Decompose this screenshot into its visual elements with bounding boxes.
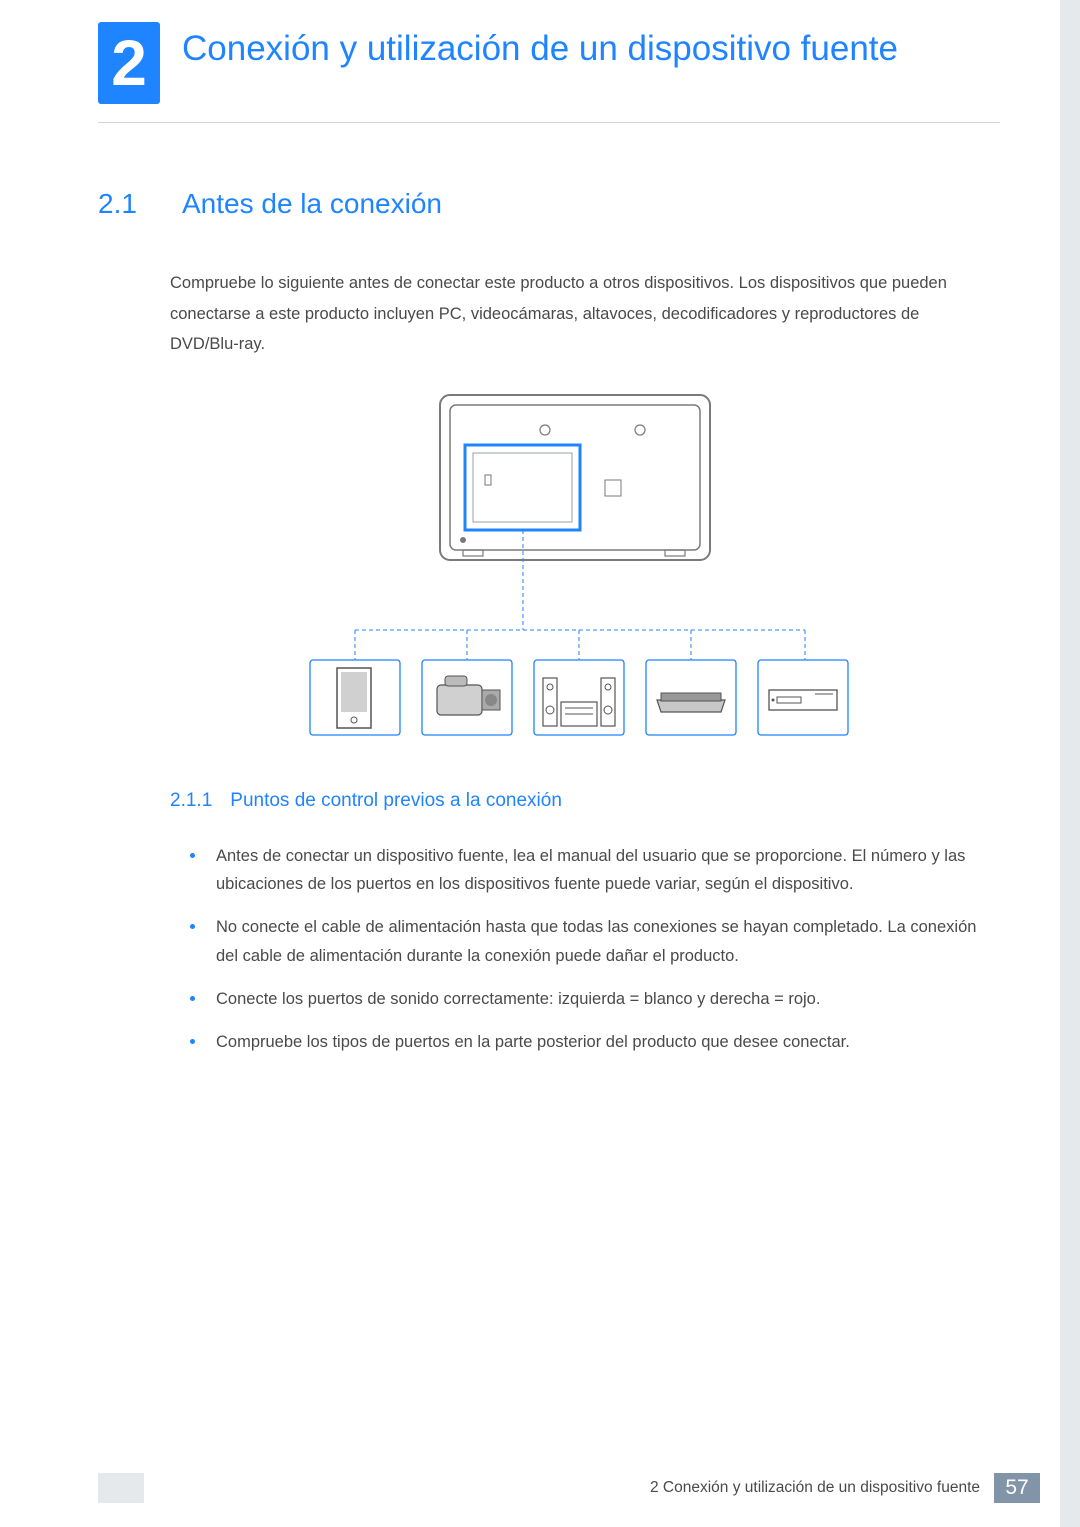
footer-chapter-title: 2 Conexión y utilización de un dispositi… — [650, 1479, 980, 1497]
chapter-title: Conexión y utilización de un dispositivo… — [182, 22, 898, 70]
page-margin-footer-left — [98, 1473, 144, 1503]
list-item: Antes de conectar un dispositivo fuente,… — [190, 842, 980, 900]
device-pc-tower — [310, 660, 400, 735]
section-title: Antes de la conexión — [182, 188, 442, 220]
device-set-top-box — [646, 660, 736, 735]
connection-diagram — [170, 390, 980, 740]
list-item: Compruebe los tipos de puertos en la par… — [190, 1028, 980, 1057]
list-item: Conecte los puertos de sonido correctame… — [190, 985, 980, 1014]
device-dvd-player — [758, 660, 848, 735]
section-body: 2.1 Antes de la conexión Compruebe lo si… — [98, 188, 980, 1071]
section-intro-text: Compruebe lo siguiente antes de conectar… — [170, 268, 980, 360]
section-heading: 2.1 Antes de la conexión — [98, 188, 980, 220]
device-camcorder — [422, 660, 512, 735]
bullet-list: Antes de conectar un dispositivo fuente,… — [190, 842, 980, 1057]
page-number: 57 — [994, 1473, 1040, 1503]
subsection-title: Puntos de control previos a la conexión — [230, 790, 562, 812]
section-number: 2.1 — [98, 188, 154, 220]
subsection-heading: 2.1.1 Puntos de control previos a la con… — [170, 790, 980, 812]
page-margin-right — [1060, 0, 1080, 1527]
list-item: No conecte el cable de alimentación hast… — [190, 913, 980, 971]
chapter-number-badge: 2 — [98, 22, 160, 104]
subsection-number: 2.1.1 — [170, 790, 212, 812]
diagram-svg — [285, 390, 865, 740]
page-footer: 2 Conexión y utilización de un dispositi… — [650, 1473, 1040, 1503]
chapter-header: 2 Conexión y utilización de un dispositi… — [98, 22, 1000, 123]
device-stereo-speakers — [534, 660, 624, 735]
